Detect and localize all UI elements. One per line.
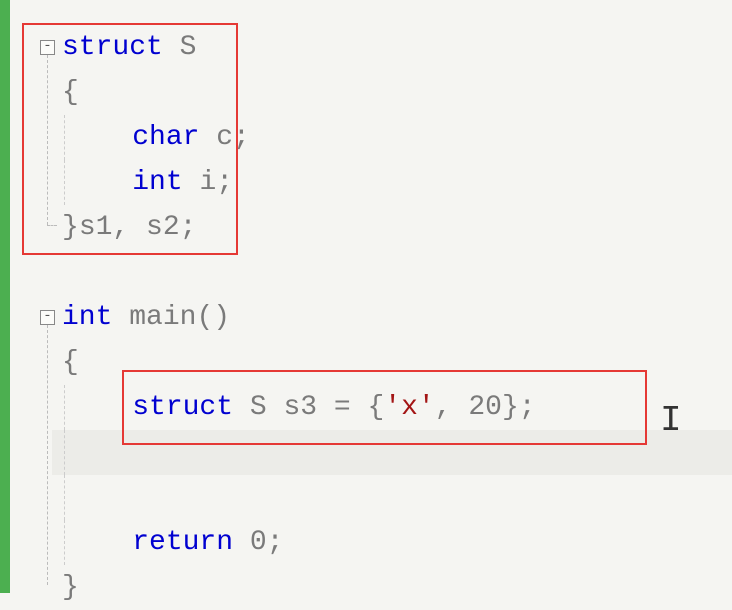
token-nu: 0 [250,527,267,558]
fold-gutter: -- [10,0,52,593]
token-pn: } [62,572,79,603]
code-area[interactable]: struct S{ char c; int i;}s1, s2;int main… [52,0,732,593]
token-pn: () [196,302,230,333]
token-id: main [129,302,196,333]
code-line[interactable] [62,430,132,475]
token-sc: ; [519,392,536,423]
token-ty: char [132,122,216,153]
change-marker-bar [0,0,10,593]
code-line[interactable]: int i; [62,160,233,205]
token-pn: } [502,392,519,423]
token-sc: ; [180,212,197,243]
token-tn: S [180,32,197,63]
indent-guide [64,520,65,565]
indent-guide [64,475,65,520]
token-pn: , [112,212,146,243]
token-pn: , [435,392,469,423]
code-line[interactable]: struct S [62,25,196,70]
token-sc: ; [267,527,284,558]
token-pn: } [62,212,79,243]
token-ty: int [62,302,129,333]
code-line[interactable]: char c; [62,115,250,160]
token-kw: struct [132,392,250,423]
fold-guide-line [47,325,48,585]
token-id: s2 [146,212,180,243]
fold-guide-line [47,55,48,225]
code-line[interactable]: { [62,340,79,385]
indent-guide [64,385,65,430]
indent-guide [64,430,65,475]
code-line[interactable]: return 0; [62,520,283,565]
code-line[interactable]: { [62,70,79,115]
token-kw: return [132,527,250,558]
token-sc: ; [233,122,250,153]
token-id: i [199,167,216,198]
indent-guide [64,115,65,160]
token-tn: S [250,392,284,423]
code-line[interactable]: int main() [62,295,230,340]
indent-guide [64,160,65,205]
token-pn: { [367,392,384,423]
token-kw: struct [62,32,180,63]
token-op: = [334,392,368,423]
token-pn: { [62,347,79,378]
code-line[interactable]: } [62,565,79,610]
token-ty: int [132,167,199,198]
token-ch: 'x' [384,392,434,423]
token-id: c [216,122,233,153]
code-line[interactable] [62,475,132,520]
token-id: s1 [79,212,113,243]
token-pn: { [62,77,79,108]
token-nu: 20 [468,392,502,423]
code-line[interactable]: }s1, s2; [62,205,196,250]
text-cursor: I [660,400,682,441]
token-sc: ; [216,167,233,198]
code-line[interactable]: struct S s3 = {'x', 20}; [62,385,536,430]
token-id: s3 [283,392,333,423]
